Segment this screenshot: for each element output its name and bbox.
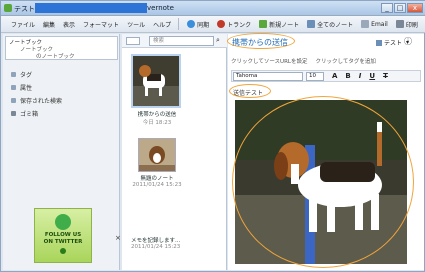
note-list: 検索 ⌕ 携帯からの送信 今日 18:23 無題のノート 2011/01/24 … bbox=[122, 34, 227, 270]
sidebar-item-label: 保存された検索 bbox=[20, 98, 63, 105]
trunk-button[interactable]: トランク bbox=[217, 20, 251, 29]
bold-button[interactable]: B bbox=[345, 72, 350, 80]
italic-button[interactable]: I bbox=[359, 72, 362, 80]
sidebar-item-saved-searches[interactable]: 保存された検索 bbox=[11, 96, 62, 105]
maximize-button[interactable]: □ bbox=[394, 3, 406, 13]
sync-button[interactable]: 同期 bbox=[187, 20, 209, 29]
size-select[interactable]: 10 bbox=[306, 71, 324, 81]
note-meta: クリックしてソースURLを設定 クリックしてタグを追加 bbox=[231, 57, 376, 65]
font-color-button[interactable]: A bbox=[332, 72, 337, 80]
new-note-icon bbox=[259, 20, 268, 28]
view-toggle-button[interactable] bbox=[126, 37, 140, 45]
note-title: 携帯からの送信 bbox=[137, 112, 177, 118]
minimize-button[interactable]: _ bbox=[381, 3, 393, 13]
note-date: 今日 18:23 bbox=[142, 120, 172, 126]
twitter-banner[interactable]: FOLLOW US ON TWITTER bbox=[34, 208, 92, 263]
menu-file[interactable]: ファイル bbox=[11, 20, 35, 29]
print-label: 印刷 bbox=[405, 21, 418, 29]
app-window: テスト vernote _ □ x ファイル 編集 表示 フォーマット ツール … bbox=[0, 0, 425, 272]
email-label: Email bbox=[371, 20, 388, 28]
trash-icon bbox=[11, 111, 16, 116]
list-item[interactable]: 無題のノート 2011/01/24 15:23 bbox=[131, 138, 183, 188]
sidebar-item-label: ゴミ箱 bbox=[20, 111, 39, 118]
notebook-name: テスト bbox=[384, 40, 403, 47]
menu-format[interactable]: フォーマット bbox=[83, 20, 119, 29]
sync-icon bbox=[187, 20, 196, 28]
strikethrough-button[interactable]: T bbox=[383, 72, 388, 80]
all-notes-label: 全てのノート bbox=[317, 21, 354, 29]
title-bar: テスト vernote _ □ x bbox=[1, 1, 425, 16]
app-name: vernote bbox=[147, 4, 174, 12]
close-button[interactable]: x bbox=[407, 3, 423, 13]
note-thumbnail bbox=[131, 54, 181, 108]
new-note-button[interactable]: 新規ノート bbox=[259, 20, 299, 29]
sync-label: 同期 bbox=[197, 21, 210, 29]
notebooks-panel: ノートブック ノートブック のノートブック bbox=[5, 36, 118, 60]
font-select[interactable]: Tahoma bbox=[233, 71, 303, 81]
all-notes-button[interactable]: 全てのノート bbox=[307, 20, 353, 29]
list-toolbar: 検索 ⌕ bbox=[122, 34, 227, 48]
menu-view[interactable]: 表示 bbox=[63, 20, 75, 29]
collapse-icon[interactable]: × bbox=[115, 234, 121, 242]
dog-thumbnail bbox=[139, 139, 175, 171]
list-item[interactable]: メモを記録します... 2011/01/24 15:23 bbox=[131, 234, 191, 250]
twitter-dot-icon bbox=[60, 248, 66, 254]
sidebar-item-tags[interactable]: タグ bbox=[11, 70, 32, 79]
notes-icon bbox=[307, 20, 316, 28]
sidebar-item-trash[interactable]: ゴミ箱 bbox=[11, 109, 38, 118]
source-url-field[interactable]: クリックしてソースURLを設定 bbox=[231, 57, 307, 65]
image-highlight bbox=[232, 96, 414, 268]
note-title: メモを記録します... bbox=[131, 238, 181, 244]
format-toolbar: Tahoma 10 A B I U T bbox=[231, 70, 421, 82]
email-button[interactable]: Email bbox=[361, 20, 388, 28]
title-selection bbox=[35, 3, 147, 13]
body-highlight bbox=[229, 84, 271, 98]
menu-tools[interactable]: ツール bbox=[127, 20, 145, 29]
underline-button[interactable]: U bbox=[369, 72, 375, 80]
email-icon bbox=[361, 20, 370, 28]
search-icon bbox=[11, 98, 16, 103]
menu-bar: ファイル 編集 表示 フォーマット ツール ヘルプ 同期 トランク 新規ノート … bbox=[1, 16, 425, 33]
trunk-label: トランク bbox=[227, 21, 252, 29]
new-note-label: 新規ノート bbox=[269, 21, 300, 29]
twitter-bird-icon bbox=[55, 214, 71, 230]
sidebar: ノートブック ノートブック のノートブック タグ 属性 保存された検索 ゴミ箱 … bbox=[3, 34, 121, 270]
sidebar-item-label: タグ bbox=[20, 72, 33, 79]
notebook-icon bbox=[376, 39, 382, 46]
print-button[interactable]: 印刷 bbox=[395, 20, 418, 29]
menu-help[interactable]: ヘルプ bbox=[153, 20, 171, 29]
window-title: テスト bbox=[14, 5, 35, 13]
tag-icon bbox=[11, 72, 16, 77]
notebook-item[interactable]: のノートブック bbox=[36, 52, 75, 60]
note-editor: 携帯からの送信 テスト ▾ ⓘ クリックしてソースURLを設定 クリックしてタグ… bbox=[227, 33, 424, 270]
twitter-text-2: ON TWITTER bbox=[43, 239, 83, 245]
note-date: 2011/01/24 15:23 bbox=[132, 182, 182, 188]
info-icon[interactable]: ⓘ bbox=[404, 36, 412, 47]
search-icon[interactable]: ⌕ bbox=[216, 36, 220, 45]
sidebar-item-attributes[interactable]: 属性 bbox=[11, 83, 32, 92]
search-input[interactable]: 検索 bbox=[149, 36, 214, 46]
title-highlight bbox=[227, 33, 295, 49]
toolbar-divider bbox=[178, 18, 180, 30]
dog-thumbnail bbox=[133, 56, 179, 106]
trunk-icon bbox=[217, 20, 226, 28]
print-icon bbox=[395, 20, 404, 28]
list-item[interactable]: 携帯からの送信 今日 18:23 bbox=[131, 54, 183, 126]
app-icon bbox=[4, 4, 12, 12]
attributes-icon bbox=[11, 85, 16, 90]
twitter-text-1: FOLLOW US bbox=[44, 232, 82, 238]
note-thumbnail bbox=[138, 138, 176, 172]
note-title: 無題のノート bbox=[140, 176, 174, 182]
sidebar-item-label: 属性 bbox=[20, 85, 33, 92]
menu-edit[interactable]: 編集 bbox=[43, 20, 55, 29]
tags-field[interactable]: クリックしてタグを追加 bbox=[315, 57, 375, 65]
note-date: 2011/01/24 15:23 bbox=[131, 244, 181, 250]
